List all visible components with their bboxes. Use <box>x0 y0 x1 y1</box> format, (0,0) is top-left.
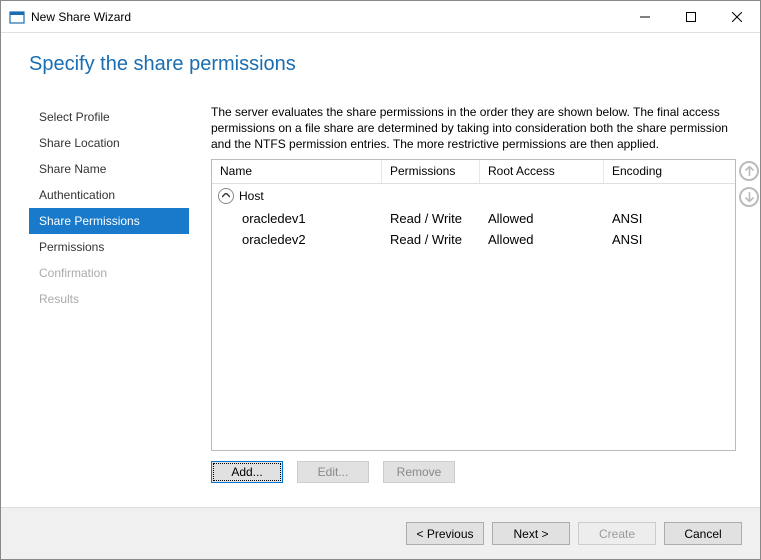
add-button[interactable]: Add... <box>211 461 283 483</box>
sidebar-item-share-location[interactable]: Share Location <box>29 130 189 156</box>
sidebar-item-confirmation: Confirmation <box>29 260 189 286</box>
column-header-permissions[interactable]: Permissions <box>382 160 480 183</box>
table-row[interactable]: oracledev2 Read / Write Allowed ANSI <box>212 229 735 250</box>
column-header-encoding[interactable]: Encoding <box>604 160 684 183</box>
cell-encoding: ANSI <box>604 211 684 226</box>
minimize-icon <box>640 12 650 22</box>
cell-encoding: ANSI <box>604 232 684 247</box>
cancel-button[interactable]: Cancel <box>664 522 742 545</box>
maximize-icon <box>686 12 696 22</box>
sidebar-item-results: Results <box>29 286 189 312</box>
cell-permissions: Read / Write <box>382 232 480 247</box>
create-button: Create <box>578 522 656 545</box>
sidebar-item-permissions[interactable]: Permissions <box>29 234 189 260</box>
page-title: Specify the share permissions <box>29 53 736 76</box>
move-up-button[interactable] <box>739 161 759 181</box>
permissions-table: Name Permissions Root Access Encoding Ho… <box>211 159 736 451</box>
sidebar-item-share-permissions[interactable]: Share Permissions <box>29 208 189 234</box>
titlebar: New Share Wizard <box>1 1 760 33</box>
cell-name: oracledev2 <box>212 232 382 247</box>
footer: < Previous Next > Create Cancel <box>1 507 760 559</box>
cell-permissions: Read / Write <box>382 211 480 226</box>
close-button[interactable] <box>714 1 760 32</box>
window-controls <box>622 1 760 32</box>
sidebar-item-authentication[interactable]: Authentication <box>29 182 189 208</box>
main-area: Select Profile Share Location Share Name… <box>29 104 736 507</box>
edit-button: Edit... <box>297 461 369 483</box>
arrow-down-icon <box>745 192 754 202</box>
move-down-button[interactable] <box>739 187 759 207</box>
table-row[interactable]: oracledev1 Read / Write Allowed ANSI <box>212 208 735 229</box>
column-header-root-access[interactable]: Root Access <box>480 160 604 183</box>
maximize-button[interactable] <box>668 1 714 32</box>
wizard-steps-sidebar: Select Profile Share Location Share Name… <box>29 104 189 507</box>
cell-name: oracledev1 <box>212 211 382 226</box>
window-title: New Share Wizard <box>31 10 622 24</box>
cell-root-access: Allowed <box>480 232 604 247</box>
next-button[interactable]: Next > <box>492 522 570 545</box>
right-pane: The server evaluates the share permissio… <box>211 104 736 507</box>
minimize-button[interactable] <box>622 1 668 32</box>
remove-button: Remove <box>383 461 455 483</box>
cell-root-access: Allowed <box>480 211 604 226</box>
content-area: Specify the share permissions Select Pro… <box>1 33 760 507</box>
close-icon <box>732 12 742 22</box>
sidebar-item-select-profile[interactable]: Select Profile <box>29 104 189 130</box>
arrow-up-icon <box>745 166 754 176</box>
column-header-name[interactable]: Name <box>212 160 382 183</box>
group-row-host[interactable]: Host <box>212 184 735 208</box>
chevron-up-icon[interactable] <box>218 188 234 204</box>
group-label: Host <box>239 189 264 203</box>
description-text: The server evaluates the share permissio… <box>211 104 736 153</box>
app-icon <box>9 9 25 25</box>
action-buttons: Add... Edit... Remove <box>211 461 736 483</box>
table-wrap: Name Permissions Root Access Encoding Ho… <box>211 159 736 451</box>
sidebar-item-share-name[interactable]: Share Name <box>29 156 189 182</box>
reorder-buttons <box>739 161 759 207</box>
table-header: Name Permissions Root Access Encoding <box>212 160 735 184</box>
previous-button[interactable]: < Previous <box>406 522 484 545</box>
